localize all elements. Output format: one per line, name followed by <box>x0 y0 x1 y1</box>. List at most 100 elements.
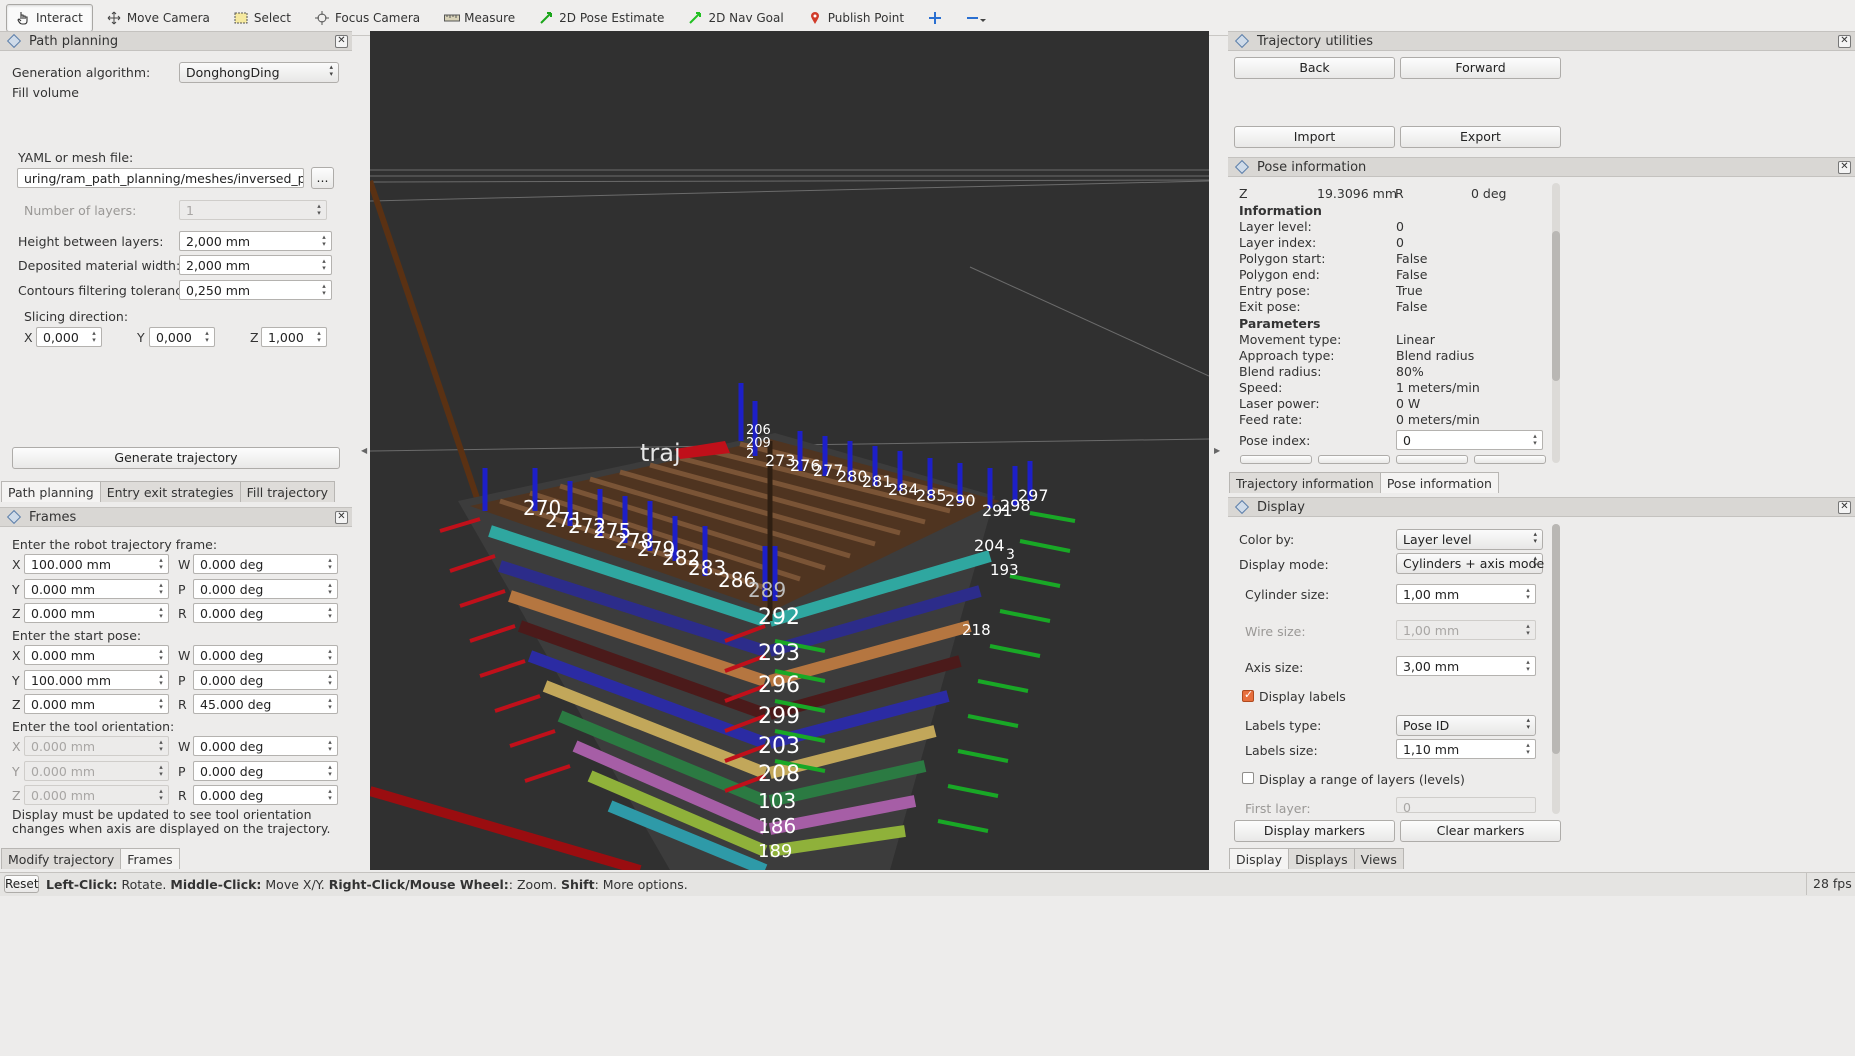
slice-z-input[interactable]: 1,000 <box>261 327 327 347</box>
entry-pose-label: Entry pose: <box>1239 283 1311 298</box>
robot-r-input[interactable]: 0.000 deg <box>193 603 338 623</box>
start-r-input[interactable]: 45.000 deg <box>193 694 338 714</box>
robot-p-input[interactable]: 0.000 deg <box>193 579 338 599</box>
cylinder-size-input[interactable]: 1,00 mm <box>1396 584 1536 604</box>
nav-goal-tool[interactable]: 2D Nav Goal <box>678 4 793 32</box>
pose-info-scrollbar[interactable] <box>1552 183 1560 463</box>
slice-x-value: 0,000 <box>43 330 79 345</box>
pose-estimate-tool[interactable]: 2D Pose Estimate <box>529 4 674 32</box>
tool-orientation-label: Enter the tool orientation: <box>12 719 175 734</box>
pose-index-value: 0 <box>1403 433 1411 448</box>
filtering-tolerance-input[interactable]: 0,250 mm <box>179 280 332 300</box>
measure-tool[interactable]: Measure <box>434 4 525 32</box>
publish-point-tool[interactable]: Publish Point <box>798 4 914 32</box>
tab-pose-information[interactable]: Pose information <box>1379 472 1499 493</box>
range-layers-checkbox[interactable] <box>1242 772 1254 784</box>
tab-path-planning[interactable]: Path planning <box>1 481 101 502</box>
add-tool-button[interactable] <box>918 4 952 32</box>
tab-trajectory-information[interactable]: Trajectory information <box>1229 472 1381 493</box>
scrollbar-thumb[interactable] <box>1552 524 1560 754</box>
focus-camera-tool[interactable]: Focus Camera <box>305 4 430 32</box>
status-bar: Reset Left-Click: Rotate. Middle-Click: … <box>0 872 1855 896</box>
export-button[interactable]: Export <box>1400 126 1561 148</box>
tab-frames[interactable]: Frames <box>120 848 180 869</box>
close-icon[interactable]: ✕ <box>335 35 348 48</box>
pose-label: 285 <box>916 486 947 505</box>
move-camera-tool[interactable]: Move Camera <box>97 4 220 32</box>
start-x-value: 0.000 mm <box>31 648 96 663</box>
import-button[interactable]: Import <box>1234 126 1395 148</box>
display-markers-button[interactable]: Display markers <box>1234 820 1395 842</box>
tool-orientation-note: Display must be updated to see tool orie… <box>12 807 331 836</box>
previous-pose-button[interactable] <box>1318 455 1390 464</box>
tool-p-input[interactable]: 0.000 deg <box>193 761 338 781</box>
tab-display[interactable]: Display <box>1229 848 1290 869</box>
close-icon[interactable]: ✕ <box>335 511 348 524</box>
path-planning-titlebar: Path planning ✕ <box>0 31 352 51</box>
robot-x-value: 100.000 mm <box>31 557 112 572</box>
deposited-width-input[interactable]: 2,000 mm <box>179 255 332 275</box>
close-icon[interactable]: ✕ <box>1838 35 1851 48</box>
height-between-layers-input[interactable]: 2,000 mm <box>179 231 332 251</box>
forward-button[interactable]: Forward <box>1400 57 1561 79</box>
tab-views[interactable]: Views <box>1353 848 1404 869</box>
start-z-input[interactable]: 0.000 mm <box>24 694 169 714</box>
polygon-start-label: Polygon start: <box>1239 251 1326 266</box>
exit-pose-label: Exit pose: <box>1239 299 1301 314</box>
yaml-file-label: YAML or mesh file: <box>18 150 134 165</box>
dock-diamond-icon <box>1234 33 1250 49</box>
labels-type-select[interactable]: Pose ID <box>1396 715 1536 736</box>
close-icon[interactable]: ✕ <box>1838 501 1851 514</box>
tool-r-input[interactable]: 0.000 deg <box>193 785 338 805</box>
yaml-file-input[interactable]: uring/ram_path_planning/meshes/inversed_… <box>17 168 304 188</box>
color-by-select[interactable]: Layer level <box>1396 529 1543 550</box>
remove-tool-button[interactable] <box>956 4 990 32</box>
pose-label: 298 <box>1000 496 1031 515</box>
right-splitter-handle[interactable]: ▶ <box>1214 446 1220 455</box>
first-pose-button[interactable] <box>1240 455 1312 464</box>
slice-y-input[interactable]: 0,000 <box>149 327 215 347</box>
tab-fill-trajectory[interactable]: Fill trajectory <box>239 481 336 502</box>
robot-x-input[interactable]: 100.000 mm <box>24 554 169 574</box>
start-x-input[interactable]: 0.000 mm <box>24 645 169 665</box>
interact-tool[interactable]: Interact <box>6 3 93 32</box>
start-z-axis: Z <box>12 697 21 712</box>
tab-entry-exit-strategies[interactable]: Entry exit strategies <box>99 481 241 502</box>
axis-size-input[interactable]: 3,00 mm <box>1396 656 1536 676</box>
display-labels-checkbox[interactable] <box>1242 688 1254 702</box>
display-mode-select[interactable]: Cylinders + axis mode <box>1396 553 1544 574</box>
generation-algorithm-select[interactable]: DonghongDing <box>179 62 339 83</box>
first-layer-value: 0 <box>1403 800 1411 813</box>
scrollbar-thumb[interactable] <box>1552 231 1560 381</box>
start-p-input[interactable]: 0.000 deg <box>193 670 338 690</box>
dock-diamond-icon <box>1234 159 1250 175</box>
last-pose-button[interactable] <box>1474 455 1546 464</box>
slice-x-input[interactable]: 0,000 <box>36 327 102 347</box>
robot-w-input[interactable]: 0.000 deg <box>193 554 338 574</box>
labels-size-input[interactable]: 1,10 mm <box>1396 739 1536 759</box>
reset-button[interactable]: Reset <box>4 875 39 893</box>
back-button[interactable]: Back <box>1234 57 1395 79</box>
start-y-input[interactable]: 100.000 mm <box>24 670 169 690</box>
next-pose-button[interactable] <box>1396 455 1468 464</box>
tab-displays[interactable]: Displays <box>1288 848 1355 869</box>
tab-modify-trajectory[interactable]: Modify trajectory <box>1 848 122 869</box>
tool-w-input[interactable]: 0.000 deg <box>193 736 338 756</box>
browse-button[interactable]: ... <box>311 167 334 189</box>
display-scrollbar[interactable] <box>1552 524 1560 814</box>
laser-power-value: 0 W <box>1396 396 1421 411</box>
wire-size-label: Wire size: <box>1245 624 1306 639</box>
interact-label: Interact <box>36 10 83 25</box>
start-w-input[interactable]: 0.000 deg <box>193 645 338 665</box>
close-icon[interactable]: ✕ <box>1838 161 1851 174</box>
left-splitter-handle[interactable]: ◀ <box>361 446 367 455</box>
robot-p-axis: P <box>178 582 186 597</box>
robot-y-input[interactable]: 0.000 mm <box>24 579 169 599</box>
generate-trajectory-button[interactable]: Generate trajectory <box>12 447 340 469</box>
3d-viewport[interactable]: traj 206 209 2 273 276 277 280 281 284 2… <box>370 31 1209 870</box>
display-mode-label: Display mode: <box>1239 557 1329 572</box>
pose-index-input[interactable]: 0 <box>1396 430 1543 450</box>
robot-z-input[interactable]: 0.000 mm <box>24 603 169 623</box>
clear-markers-button[interactable]: Clear markers <box>1400 820 1561 842</box>
select-tool[interactable]: Select <box>224 4 301 32</box>
